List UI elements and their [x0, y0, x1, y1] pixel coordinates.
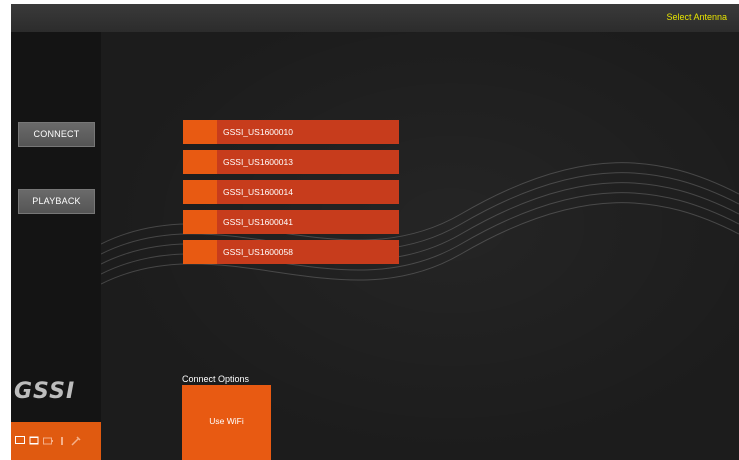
antenna-swatch — [183, 180, 217, 204]
tool-icon[interactable] — [71, 436, 81, 446]
antenna-swatch — [183, 120, 217, 144]
antenna-item[interactable]: GSSI_US1600058 — [183, 240, 399, 264]
top-bar: Select Antenna — [11, 4, 739, 32]
use-wifi-button[interactable]: Use WiFi — [182, 385, 271, 460]
antenna-swatch — [183, 210, 217, 234]
sidebar: CONNECT PLAYBACK GSSI — [11, 32, 101, 460]
screen-title: Select Antenna — [666, 12, 727, 22]
monitor-icon[interactable] — [15, 436, 25, 446]
connect-button[interactable]: CONNECT — [18, 122, 95, 147]
antenna-item[interactable]: GSSI_US1600010 — [183, 120, 399, 144]
antenna-item[interactable]: GSSI_US1600041 — [183, 210, 399, 234]
status-bar — [11, 422, 101, 460]
antenna-item[interactable]: GSSI_US1600014 — [183, 180, 399, 204]
battery-icon[interactable] — [43, 436, 53, 446]
antenna-swatch — [183, 150, 217, 174]
antenna-label: GSSI_US1600010 — [223, 127, 293, 137]
playback-button[interactable]: PLAYBACK — [18, 189, 95, 214]
use-wifi-label: Use WiFi — [209, 416, 244, 426]
antenna-label: GSSI_US1600041 — [223, 217, 293, 227]
antenna-label: GSSI_US1600058 — [223, 247, 293, 257]
antenna-item[interactable]: GSSI_US1600013 — [183, 150, 399, 174]
antenna-list: GSSI_US1600010 GSSI_US1600013 GSSI_US160… — [183, 120, 399, 270]
window-icon[interactable] — [29, 436, 39, 446]
antenna-swatch — [183, 240, 217, 264]
info-icon[interactable] — [57, 436, 67, 446]
antenna-label: GSSI_US1600014 — [223, 187, 293, 197]
connect-options-title: Connect Options — [182, 374, 250, 384]
app-screen: Select Antenna CONNECT PLAYBACK GSSI GSS… — [11, 4, 739, 460]
antenna-label: GSSI_US1600013 — [223, 157, 293, 167]
gssi-logo: GSSI — [14, 379, 76, 404]
